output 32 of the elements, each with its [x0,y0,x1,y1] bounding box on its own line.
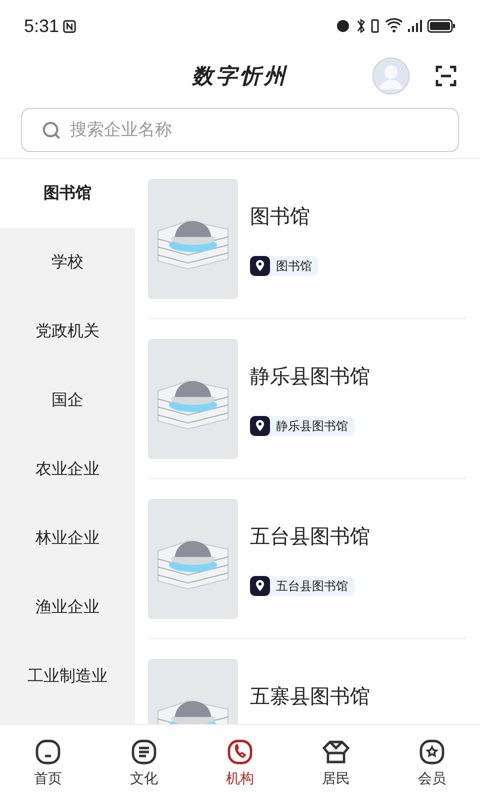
nav-tab[interactable]: 文化 [96,725,192,800]
category-item[interactable]: 图书馆 [0,159,135,228]
status-time: 5:31 [24,16,60,36]
category-item[interactable]: 林业企业 [0,504,135,573]
library-name[interactable]: 五台县图书馆 [250,523,370,550]
location-pin-icon [250,416,270,436]
nfc-icon [63,20,76,32]
nav-tab[interactable]: 会员 [384,725,480,800]
search-icon [42,121,61,140]
nav-tab[interactable]: 机构 [192,725,288,800]
nav-tab[interactable]: 首页 [0,725,96,800]
library-name[interactable]: 五寨县图书馆 [250,683,370,710]
location-pin-icon [250,256,270,276]
home-icon [34,738,62,766]
location-pin-icon [250,576,270,596]
category-item[interactable]: 党政机关 [0,297,135,366]
category-item[interactable]: 国企 [0,366,135,435]
library-name[interactable]: 图书馆 [250,203,318,230]
list-icon [130,738,158,766]
category-item[interactable]: 学校 [0,228,135,297]
tag-text: 静乐县图书馆 [276,418,348,434]
library-name[interactable]: 静乐县图书馆 [250,363,370,390]
tag-text: 图书馆 [276,258,312,274]
tag-text: 五台县图书馆 [276,578,348,594]
search-field[interactable]: 搜索企业名称 [21,108,459,152]
category-item[interactable]: 工业制造业 [0,642,135,711]
category-item[interactable]: 农业企业 [0,435,135,504]
phone-icon [226,738,254,766]
app-title: 数字忻州 [192,62,288,90]
category-item[interactable]: 渔业企业 [0,573,135,642]
nav-tab[interactable]: 居民 [288,725,384,800]
scan-icon[interactable] [435,65,457,87]
